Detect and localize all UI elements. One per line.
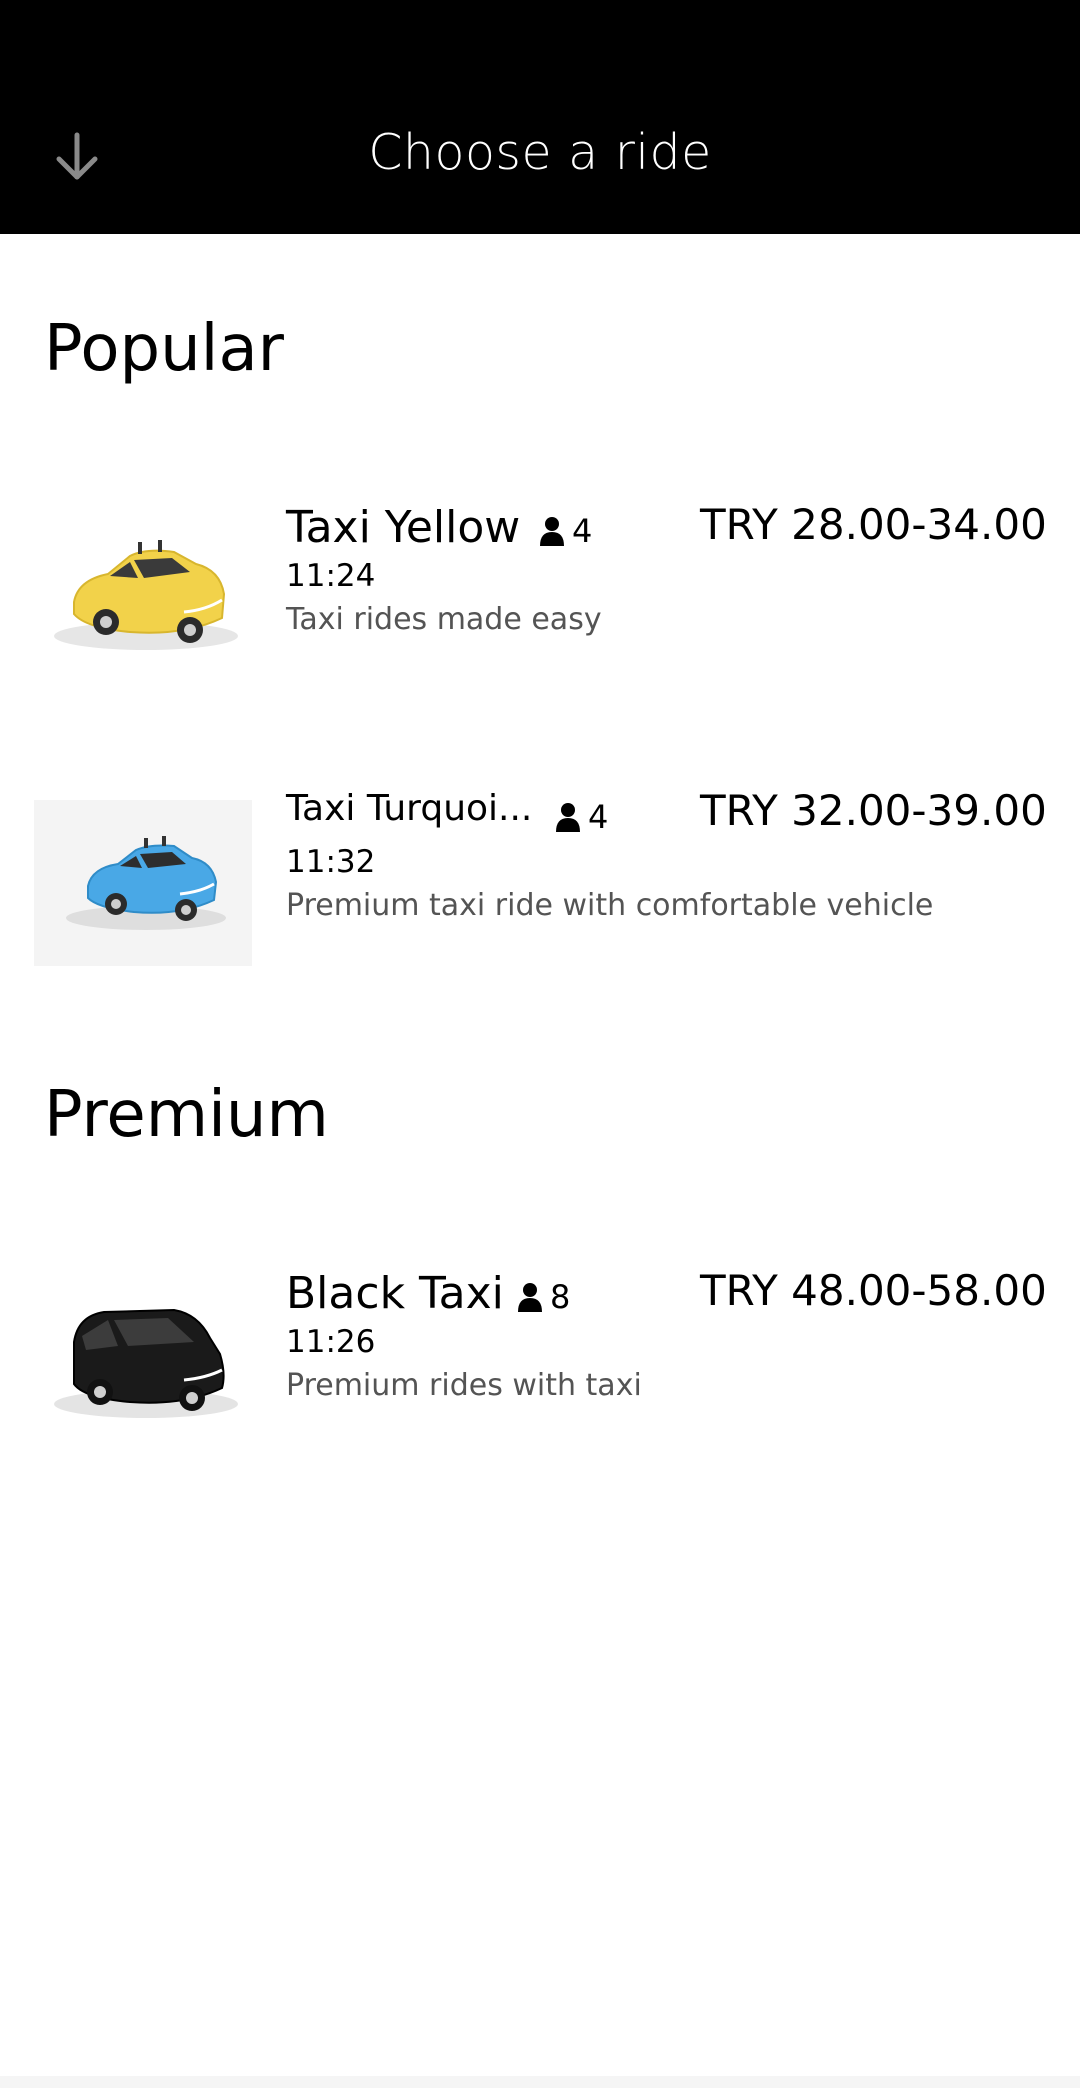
ride-option-taxi-yellow[interactable]: Taxi Yellow 4 TRY 28.00-34.00 11:24 Taxi…: [0, 470, 1080, 700]
capacity-count: 8: [550, 1278, 571, 1316]
ride-price: TRY 28.00-34.00: [700, 500, 1047, 549]
capacity-indicator: 4: [556, 798, 608, 836]
top-bar: Choose a ride: [0, 0, 1080, 234]
ride-option-black-taxi[interactable]: Black Taxi 8 TRY 48.00-58.00 11:26 Premi…: [0, 1236, 1080, 1466]
ride-eta: 11:24: [286, 558, 376, 594]
ride-option-taxi-turquoise[interactable]: Taxi Turquoi... 4 TRY 32.00-39.00 11:32 …: [0, 756, 1080, 986]
capacity-indicator: 4: [540, 512, 592, 550]
ride-eta: 11:26: [286, 1324, 376, 1360]
capacity-count: 4: [572, 512, 593, 550]
ride-name: Taxi Yellow: [286, 502, 521, 553]
person-icon: [556, 803, 580, 832]
turquoise-taxi-car-image: [66, 836, 226, 930]
ride-description: Premium rides with taxi: [286, 1368, 642, 1403]
capacity-indicator: 8: [518, 1278, 570, 1316]
ride-name: Taxi Turquoi...: [286, 788, 533, 829]
ride-name: Black Taxi: [286, 1268, 504, 1319]
black-taxi-van-image: [54, 1308, 238, 1418]
capacity-count: 4: [588, 798, 609, 836]
ride-price: TRY 32.00-39.00: [700, 786, 1047, 835]
section-title-premium: Premium: [44, 1078, 329, 1152]
yellow-taxi-car-image: [54, 540, 238, 650]
ride-eta: 11:32: [286, 844, 376, 880]
bottom-edge: [0, 2076, 1080, 2088]
person-icon: [518, 1283, 542, 1312]
section-title-popular: Popular: [44, 312, 284, 386]
ride-price: TRY 48.00-58.00: [700, 1266, 1047, 1315]
page-title: Choose a ride: [368, 124, 712, 181]
ride-description: Taxi rides made easy: [286, 602, 602, 637]
person-icon: [540, 517, 564, 546]
ride-description: Premium taxi ride with comfortable vehic…: [286, 888, 934, 923]
